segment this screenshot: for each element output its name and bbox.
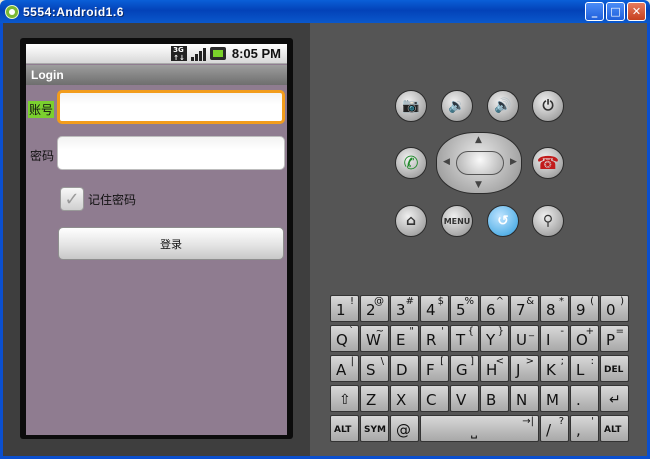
key[interactable]: O + <box>570 325 599 352</box>
sym-key[interactable]: SYM <box>360 415 389 442</box>
key[interactable]: 7 & <box>510 295 539 322</box>
password-label: 密码 <box>30 149 55 163</box>
window-controls: _ □ ✕ <box>585 2 646 21</box>
key[interactable]: . <box>570 385 599 412</box>
key[interactable]: P = <box>600 325 629 352</box>
key[interactable]: E " <box>390 325 419 352</box>
key[interactable]: A | <box>330 355 359 382</box>
key[interactable]: Q ` <box>330 325 359 352</box>
device-screen: 3G ↑↓ 8:05 PM Login 账号 密码 ✓ 记住密码 登录 <box>26 44 287 435</box>
key[interactable]: X <box>390 385 419 412</box>
key[interactable]: 4 $ <box>420 295 449 322</box>
key[interactable]: R ' <box>420 325 449 352</box>
key[interactable]: L: <box>570 355 599 382</box>
dpad-left-icon[interactable]: ◀ <box>443 157 450 167</box>
volume-up-button[interactable]: 🔊 <box>487 90 519 122</box>
key[interactable]: Y} <box>480 325 509 352</box>
key[interactable]: N <box>510 385 539 412</box>
power-button[interactable]: ⏻ <box>532 90 564 122</box>
remember-password-row[interactable]: ✓ 记住密码 <box>60 187 136 211</box>
search-button[interactable]: ⚲ <box>532 205 564 237</box>
power-icon: ⏻ <box>542 98 554 114</box>
dpad-down-icon[interactable]: ▼ <box>475 180 482 190</box>
signal-strength-icon <box>190 47 206 61</box>
key[interactable]: 0) <box>600 295 629 322</box>
shift-key[interactable]: ⇧ <box>330 385 359 412</box>
maximize-button[interactable]: □ <box>606 2 625 21</box>
call-button[interactable]: ✆ <box>395 147 427 179</box>
search-icon: ⚲ <box>542 213 554 229</box>
key[interactable]: 3 # <box>390 295 419 322</box>
dpad-center-button[interactable] <box>456 151 504 175</box>
key[interactable]: M <box>540 385 569 412</box>
home-button[interactable]: ⌂ <box>395 205 427 237</box>
key[interactable]: W ~ <box>360 325 389 352</box>
key[interactable]: V <box>450 385 479 412</box>
3g-icon: 3G ↑↓ <box>171 45 187 62</box>
window-titlebar: 5554:Android1.6 _ □ ✕ <box>0 0 650 23</box>
android-app-icon <box>5 4 19 19</box>
slash-key[interactable]: /? <box>540 415 569 442</box>
key[interactable]: 1! <box>330 295 359 322</box>
login-button[interactable]: 登录 <box>58 227 284 260</box>
key[interactable]: 2 @ <box>360 295 389 322</box>
key[interactable]: Z <box>360 385 389 412</box>
menu-button[interactable]: MENU <box>441 205 473 237</box>
key[interactable]: H < <box>480 355 509 382</box>
volume-down-icon: 🔉 <box>448 98 466 114</box>
battery-icon <box>209 47 226 60</box>
key[interactable]: D <box>390 355 419 382</box>
account-input[interactable] <box>57 90 285 124</box>
status-clock: 8:05 PM <box>231 46 281 61</box>
key[interactable]: B <box>480 385 509 412</box>
delete-key[interactable]: DEL <box>600 355 629 382</box>
remember-password-checkbox[interactable]: ✓ <box>60 187 84 211</box>
key[interactable]: 8 * <box>540 295 569 322</box>
camera-button[interactable]: 📷 <box>395 90 427 122</box>
key[interactable]: J > <box>510 355 539 382</box>
key[interactable]: 5% <box>450 295 479 322</box>
key[interactable]: F[ <box>420 355 449 382</box>
android-status-bar: 3G ↑↓ 8:05 PM <box>26 44 287 64</box>
phone-call-icon: ✆ <box>403 152 419 174</box>
key[interactable]: T{ <box>450 325 479 352</box>
at-key[interactable]: @ <box>390 415 419 442</box>
key[interactable]: 6 ^ <box>480 295 509 322</box>
alt-key-left[interactable]: ALT <box>330 415 359 442</box>
key[interactable]: C <box>420 385 449 412</box>
back-arrow-icon: ↺ <box>497 213 509 229</box>
key[interactable]: S \ <box>360 355 389 382</box>
home-icon: ⌂ <box>405 213 417 229</box>
key[interactable]: 9( <box>570 295 599 322</box>
account-label: 账号 <box>28 101 55 118</box>
alt-key-right[interactable]: ALT <box>600 415 629 442</box>
camera-icon: 📷 <box>402 98 420 114</box>
end-call-button[interactable]: ☎ <box>532 147 564 179</box>
key[interactable]: K; <box>540 355 569 382</box>
comma-key[interactable]: , ' <box>570 415 599 442</box>
end-call-icon: ☎ <box>536 152 560 174</box>
space-key[interactable]: ⎵ →| <box>420 415 539 442</box>
remember-password-label: 记住密码 <box>88 192 137 207</box>
app-title-bar: Login <box>26 65 287 85</box>
volume-down-button[interactable]: 🔉 <box>441 90 473 122</box>
volume-up-icon: 🔊 <box>494 98 512 114</box>
key[interactable]: I- <box>540 325 569 352</box>
key[interactable]: G] <box>450 355 479 382</box>
close-button[interactable]: ✕ <box>627 2 646 21</box>
dpad-right-icon[interactable]: ▶ <box>510 157 517 167</box>
enter-key[interactable]: ↵ <box>600 385 629 412</box>
dpad-up-icon[interactable]: ▲ <box>475 135 482 145</box>
minimize-button[interactable]: _ <box>585 2 604 21</box>
password-input[interactable] <box>57 136 285 170</box>
key[interactable]: U _ <box>510 325 539 352</box>
back-button[interactable]: ↺ <box>487 205 519 237</box>
window-title: 5554:Android1.6 <box>23 4 124 19</box>
